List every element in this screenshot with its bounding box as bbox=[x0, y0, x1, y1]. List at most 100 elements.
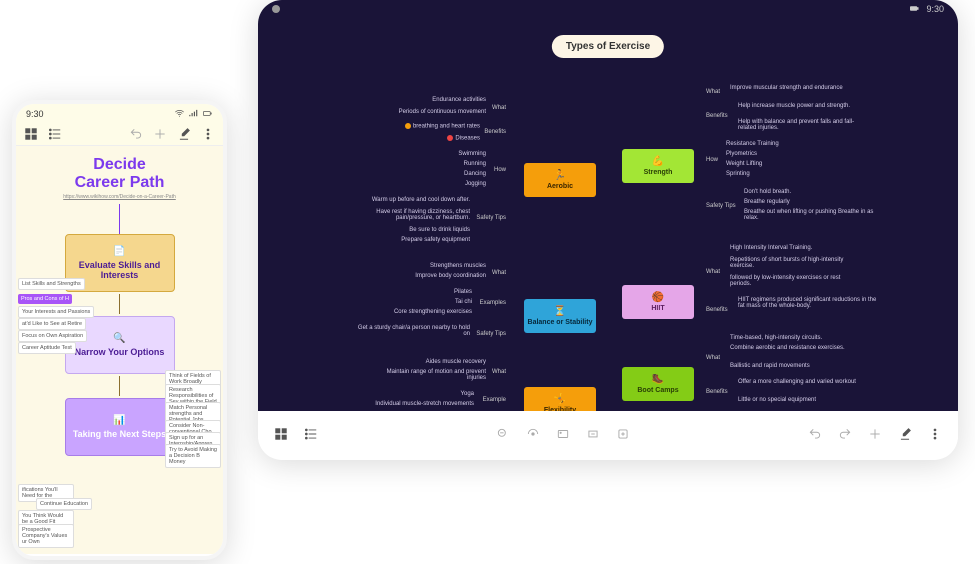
leaf[interactable]: Aides muscle recovery bbox=[426, 359, 486, 365]
note[interactable]: Career Aptitude Test bbox=[18, 342, 76, 354]
source-url[interactable]: https://www.wikihow.com/Decide-on-a-Care… bbox=[16, 194, 223, 200]
leaf[interactable]: Jogging bbox=[465, 181, 486, 187]
leaf[interactable]: Maintain range of motion and prevent inj… bbox=[366, 369, 486, 381]
note[interactable]: Continue Education bbox=[36, 498, 92, 510]
leaf[interactable]: Breathe regularly bbox=[744, 199, 790, 205]
leaf[interactable]: Weight Lifting bbox=[726, 161, 762, 167]
node-label: Narrow Your Options bbox=[75, 347, 165, 357]
node-flexibility[interactable]: 🤸Flexibility bbox=[524, 387, 596, 411]
node-hiit[interactable]: 🏀HIIT bbox=[622, 285, 694, 319]
phone-canvas[interactable]: Decide Career Path https://www.wikihow.c… bbox=[16, 146, 223, 554]
flex-icon: 🤸 bbox=[554, 394, 566, 405]
section-what: What bbox=[706, 89, 720, 95]
section-benefits: Benefits bbox=[706, 307, 728, 313]
tablet-canvas[interactable]: Types of Exercise 🏃Aerobic ⏳Balance or S… bbox=[258, 17, 958, 411]
wifi-icon bbox=[174, 108, 185, 119]
section-examples: Examples bbox=[480, 300, 506, 306]
list-view-icon[interactable] bbox=[304, 427, 318, 441]
leaf[interactable]: Combine aerobic and resistance exercises… bbox=[730, 345, 850, 351]
priority-dot-icon bbox=[405, 123, 411, 129]
more-icon[interactable] bbox=[928, 427, 942, 441]
leaf[interactable]: Plyometrics bbox=[726, 151, 757, 157]
node-bootcamps[interactable]: 🥾Boot Camps bbox=[622, 367, 694, 401]
add-icon[interactable] bbox=[153, 127, 167, 141]
leaf[interactable]: Diseases bbox=[447, 135, 480, 142]
tablet-device: 9:30 Types of Exercise 🏃Aerobic ⏳Balance… bbox=[258, 0, 958, 460]
note[interactable]: Try to Avoid Making a Decision B Money bbox=[165, 444, 221, 468]
phone-time: 9:30 bbox=[26, 109, 44, 119]
leaf[interactable]: Improve muscular strength and endurance bbox=[730, 85, 850, 91]
steps-icon: 📊 bbox=[113, 415, 125, 426]
grid-view-icon[interactable] bbox=[274, 427, 288, 441]
leaf[interactable]: High Intensity Interval Training. bbox=[730, 245, 812, 251]
root-label: Types of Exercise bbox=[566, 41, 650, 52]
redo-icon[interactable] bbox=[838, 427, 852, 441]
leaf[interactable]: Get a sturdy chair/a person nearby to ho… bbox=[350, 325, 470, 337]
note[interactable]: Your Interests and Passions bbox=[18, 306, 94, 318]
leaf[interactable]: Core strengthening exercises bbox=[394, 309, 472, 315]
leaf[interactable]: Swimming bbox=[458, 151, 486, 157]
leaf[interactable]: Warm up before and cool down after. bbox=[372, 197, 470, 203]
leaf[interactable]: Prepare safety equipment bbox=[401, 237, 470, 243]
note[interactable]: at'd Like to See at Retire bbox=[18, 318, 86, 330]
list-view-icon[interactable] bbox=[48, 127, 62, 141]
format-icon[interactable] bbox=[898, 427, 912, 441]
leaf[interactable]: Offer a more challenging and varied work… bbox=[738, 379, 868, 385]
leaf[interactable]: Repetitions of short bursts of high-inte… bbox=[730, 257, 850, 269]
leaf[interactable]: Pilates bbox=[454, 289, 472, 295]
leaf[interactable]: Be sure to drink liquids bbox=[409, 227, 470, 233]
phone-toolbar bbox=[16, 123, 223, 146]
note[interactable]: Prospective Company's Values ur Own bbox=[18, 524, 74, 548]
leaf[interactable]: Breathe out when lifting or pushing Brea… bbox=[744, 209, 874, 221]
leaf[interactable]: HIIT regimens produced significant reduc… bbox=[738, 297, 878, 309]
grid-view-icon[interactable] bbox=[24, 127, 38, 141]
node-aerobic[interactable]: 🏃Aerobic bbox=[524, 163, 596, 197]
leaf[interactable]: Running bbox=[464, 161, 486, 167]
leaf[interactable]: Have rest if having dizziness, chest pai… bbox=[350, 209, 470, 221]
mindmap-title[interactable]: Decide Career Path bbox=[16, 156, 223, 191]
section-benefits: Benefits bbox=[706, 389, 728, 395]
phone-statusbar: 9:30 bbox=[16, 104, 223, 123]
node-steps[interactable]: 📊 Taking the Next Steps bbox=[65, 398, 175, 456]
zoom-out-icon[interactable] bbox=[496, 427, 510, 441]
section-how: How bbox=[706, 157, 718, 163]
root-node[interactable]: Types of Exercise bbox=[552, 35, 664, 58]
node-strength[interactable]: 💪Strength bbox=[622, 149, 694, 183]
leaf[interactable]: Improve body coordination bbox=[415, 273, 486, 279]
leaf[interactable]: Endurance activities bbox=[432, 97, 486, 103]
add-icon[interactable] bbox=[868, 427, 882, 441]
leaf[interactable]: Little or no special equipment bbox=[738, 397, 816, 403]
leaf[interactable]: Periods of continuous movement bbox=[399, 109, 486, 115]
connector bbox=[119, 376, 120, 396]
more-icon[interactable] bbox=[201, 127, 215, 141]
fit-icon[interactable] bbox=[526, 427, 540, 441]
leaf[interactable]: Help with balance and prevent falls and … bbox=[738, 119, 868, 131]
leaf[interactable]: Tai chi bbox=[455, 299, 472, 305]
attachment-icon[interactable] bbox=[616, 427, 630, 441]
leaf[interactable]: Time-based, high-intensity circuits. bbox=[730, 335, 822, 341]
leaf[interactable]: Strengthens muscles bbox=[430, 263, 486, 269]
leaf[interactable]: followed by low-intensity exercises or r… bbox=[730, 275, 860, 287]
focus-icon[interactable] bbox=[556, 427, 570, 441]
tag[interactable]: Pros and Cons of H bbox=[18, 294, 72, 304]
leaf[interactable]: Individual muscle-stretch movements bbox=[375, 401, 474, 407]
collapse-icon[interactable] bbox=[586, 427, 600, 441]
note[interactable]: Focus on Own Aspiration bbox=[18, 330, 87, 342]
leaf[interactable]: Sprinting bbox=[726, 171, 750, 177]
leaf[interactable]: Resistance Training bbox=[726, 141, 779, 147]
leaf[interactable]: Yoga bbox=[461, 391, 474, 397]
node-balance[interactable]: ⏳Balance or Stability bbox=[524, 299, 596, 333]
leaf[interactable]: breathing and heart rates bbox=[405, 123, 480, 130]
leaf[interactable]: Don't hold breath. bbox=[744, 189, 791, 195]
leaf[interactable]: Ballistic and rapid movements bbox=[730, 363, 810, 369]
format-icon[interactable] bbox=[177, 127, 191, 141]
hiit-icon: 🏀 bbox=[652, 292, 664, 303]
leaf-text: breathing and heart rates bbox=[413, 124, 480, 130]
leaf[interactable]: Dancing bbox=[464, 171, 486, 177]
note[interactable]: List Skills and Strengths bbox=[18, 278, 85, 290]
leaf[interactable]: Help increase muscle power and strength. bbox=[738, 103, 858, 109]
section-benefits: Benefits bbox=[484, 129, 506, 135]
undo-icon[interactable] bbox=[129, 127, 143, 141]
section-safety: Safety Tips bbox=[476, 215, 506, 221]
undo-icon[interactable] bbox=[808, 427, 822, 441]
